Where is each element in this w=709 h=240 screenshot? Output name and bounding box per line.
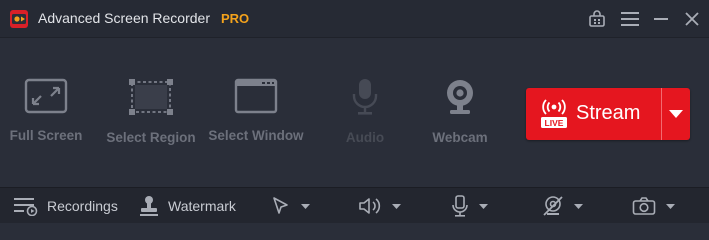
store-icon[interactable]: [587, 9, 607, 29]
select-region-button[interactable]: Select Region: [101, 78, 201, 158]
watermark-button[interactable]: Watermark: [138, 188, 236, 224]
recordings-label: Recordings: [47, 198, 118, 214]
caret-down-icon: [392, 203, 401, 209]
select-window-label: Select Window: [208, 128, 304, 143]
audio-label: Audio: [345, 130, 385, 145]
record-logo-icon: [9, 9, 29, 29]
minimize-icon[interactable]: [651, 9, 671, 29]
caret-down-icon: [666, 203, 675, 209]
audio-button[interactable]: Audio: [315, 78, 415, 158]
stamp-icon: [140, 196, 158, 216]
pro-badge: PRO: [221, 11, 250, 26]
caret-down-icon: [479, 203, 488, 209]
select-window-button[interactable]: Select Window: [206, 78, 306, 158]
app-title: Advanced Screen Recorder: [38, 10, 210, 26]
recordings-button[interactable]: Recordings: [13, 188, 118, 224]
microphone-icon: [352, 79, 378, 115]
webcam-label: Webcam: [432, 130, 488, 145]
recordings-list-icon: [14, 198, 38, 216]
speaker-icon: [359, 198, 381, 214]
stream-button[interactable]: LIVE Stream: [526, 88, 690, 140]
chevron-down-icon: [669, 110, 683, 118]
bottom-bar: Recordings Watermark: [0, 187, 709, 223]
live-icon: LIVE: [541, 99, 567, 134]
cursor-icon: [273, 197, 288, 214]
microphone-settings-dropdown[interactable]: [451, 188, 488, 224]
select-region-label: Select Region: [106, 130, 196, 145]
watermark-label: Watermark: [168, 198, 236, 214]
caret-down-icon: [574, 203, 583, 209]
speaker-settings-dropdown[interactable]: [358, 188, 401, 224]
webcam-icon: [447, 80, 473, 114]
select-region-icon: [129, 79, 173, 115]
select-window-icon: [234, 78, 278, 114]
stream-label: Stream: [576, 102, 641, 124]
webcam-button[interactable]: Webcam: [410, 78, 510, 158]
camera-icon: [632, 197, 656, 215]
webcam-off-icon: [543, 196, 563, 216]
cursor-settings-dropdown[interactable]: [271, 188, 310, 224]
title-bar: Advanced Screen Recorder PRO: [0, 0, 709, 38]
fullscreen-icon: [24, 78, 68, 114]
stream-dropdown-button[interactable]: [662, 88, 690, 140]
live-badge-text: LIVE: [545, 118, 564, 128]
caret-down-icon: [301, 203, 310, 209]
screenshot-settings-dropdown[interactable]: [632, 188, 675, 224]
full-screen-button[interactable]: Full Screen: [0, 78, 96, 158]
stream-main-button[interactable]: LIVE Stream: [526, 88, 661, 140]
menu-icon[interactable]: [620, 9, 640, 29]
webcam-settings-dropdown[interactable]: [542, 188, 583, 224]
close-icon[interactable]: [682, 9, 702, 29]
microphone-icon: [452, 195, 468, 217]
full-screen-label: Full Screen: [9, 128, 83, 143]
